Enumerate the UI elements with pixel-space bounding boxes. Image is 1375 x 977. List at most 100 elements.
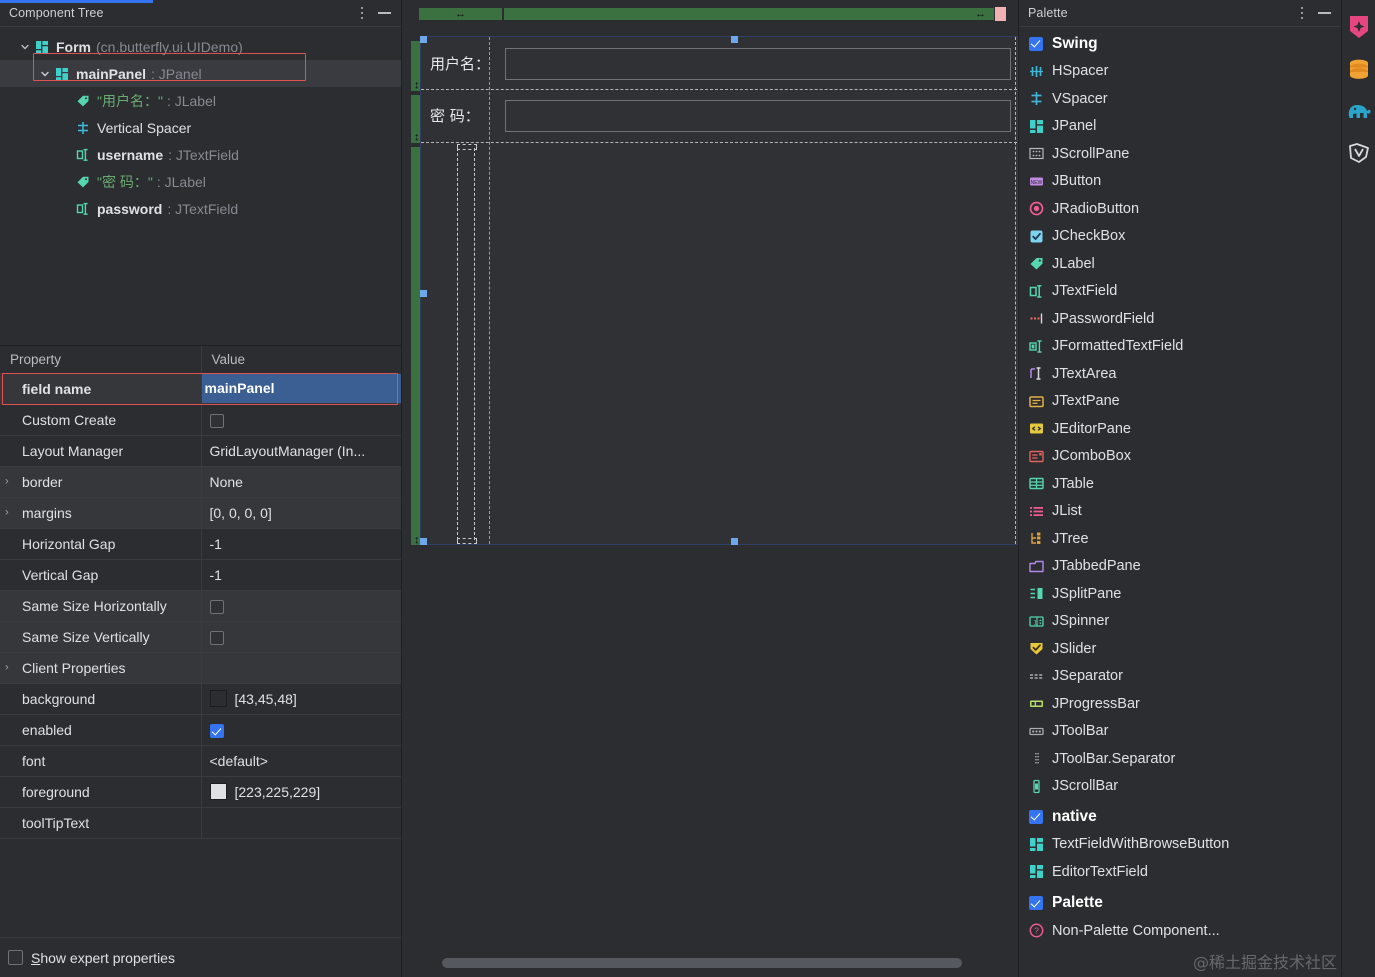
show-expert-properties-checkbox[interactable] xyxy=(8,950,23,965)
chevron-right-icon[interactable]: › xyxy=(5,507,9,518)
palette-item-jsplitpane[interactable]: JSplitPane xyxy=(1019,580,1341,608)
palette-group-native[interactable]: native xyxy=(1019,803,1341,831)
table-row[interactable]: › Client Properties xyxy=(0,652,401,684)
minimize-icon[interactable] xyxy=(373,2,395,24)
tree-item-username-label[interactable]: "用户名：" : JLabel xyxy=(0,87,401,114)
palette-item-jcombobox[interactable]: JComboBox xyxy=(1019,443,1341,471)
database-icon[interactable] xyxy=(1346,56,1372,82)
palette-item-jslider[interactable]: JSlider xyxy=(1019,635,1341,663)
table-row[interactable]: Vertical Gap -1 xyxy=(0,559,401,591)
palette-item-jscrollpane[interactable]: JScrollPane xyxy=(1019,140,1341,168)
table-row[interactable]: Custom Create xyxy=(0,404,401,436)
horizontal-resize-icon[interactable]: ↔ xyxy=(455,8,466,20)
selection-handle-bottom-center[interactable] xyxy=(731,538,738,545)
group-checkbox-icon[interactable] xyxy=(1025,36,1047,51)
palette-item-jcheckbox[interactable]: JCheckBox xyxy=(1019,223,1341,251)
palette-group-palette[interactable]: Palette xyxy=(1019,890,1341,918)
scrollbar-thumb[interactable] xyxy=(442,958,962,968)
table-row[interactable]: foreground [223,225,229] xyxy=(0,776,401,808)
kebab-menu-icon[interactable] xyxy=(1291,2,1313,24)
postgresql-elephant-icon[interactable] xyxy=(1346,98,1372,124)
kebab-menu-icon[interactable] xyxy=(351,2,373,24)
palette-item-jscrollbar[interactable]: JScrollBar xyxy=(1019,773,1341,801)
property-value[interactable]: GridLayoutManager (In... xyxy=(200,435,401,467)
chevron-right-icon[interactable]: › xyxy=(5,476,9,487)
table-row[interactable]: Same Size Vertically xyxy=(0,621,401,653)
property-value[interactable]: [0, 0, 0, 0] xyxy=(200,497,401,529)
selection-handle-top-center[interactable] xyxy=(731,36,738,43)
palette-item-jtabbedpane[interactable]: JTabbedPane xyxy=(1019,553,1341,581)
property-value[interactable]: [223,225,229] xyxy=(200,776,401,808)
property-value[interactable]: -1 xyxy=(200,528,401,560)
property-value[interactable]: -1 xyxy=(200,559,401,591)
table-row[interactable]: enabled xyxy=(0,714,401,746)
table-row[interactable]: › margins [0, 0, 0, 0] xyxy=(0,497,401,529)
table-row[interactable]: Same Size Horizontally xyxy=(0,590,401,622)
palette-item-jlist[interactable]: JList xyxy=(1019,498,1341,526)
palette-item-vspacer[interactable]: VSpacer xyxy=(1019,85,1341,113)
chevron-down-icon[interactable] xyxy=(37,66,53,82)
palette-item-jspinner[interactable]: 1 JSpinner xyxy=(1019,608,1341,636)
h-column-segment[interactable]: ↔ xyxy=(418,7,503,21)
palette-item-jpanel[interactable]: JPanel xyxy=(1019,113,1341,141)
h-column-segment[interactable]: ↔ xyxy=(503,7,995,21)
property-value[interactable]: None xyxy=(200,466,401,498)
palette-item-jtable[interactable]: JTable xyxy=(1019,470,1341,498)
palette-item-jtoolbar-separator[interactable]: JToolBar.Separator xyxy=(1019,745,1341,773)
password-textfield[interactable] xyxy=(505,100,1011,132)
table-row[interactable]: field name mainPanel xyxy=(0,373,401,405)
minimize-icon[interactable] xyxy=(1313,2,1335,24)
palette-item-jtree[interactable]: JTree xyxy=(1019,525,1341,553)
palette-list[interactable]: Swing HSpacer VSpacer JPanel JScrollPane… xyxy=(1019,27,1341,977)
property-value[interactable] xyxy=(200,404,401,436)
vuejs-icon[interactable] xyxy=(1346,140,1372,166)
tree-item-mainpanel[interactable]: mainPanel : JPanel xyxy=(0,60,401,87)
palette-item-non-palette-component[interactable]: ? Non-Palette Component... xyxy=(1019,917,1341,945)
same-size-vertically-checkbox[interactable] xyxy=(209,630,224,645)
palette-item-jradiobutton[interactable]: JRadioButton xyxy=(1019,195,1341,223)
table-row[interactable]: font <default> xyxy=(0,745,401,777)
property-value[interactable] xyxy=(200,807,401,839)
palette-group-swing[interactable]: Swing xyxy=(1019,30,1341,58)
palette-item-jtextfield[interactable]: JTextField xyxy=(1019,278,1341,306)
chevron-down-icon[interactable] xyxy=(17,39,33,55)
username-label[interactable]: 用户名： xyxy=(430,53,490,74)
property-value[interactable] xyxy=(200,652,401,684)
selection-handle-bottom-left[interactable] xyxy=(420,538,427,545)
palette-item-jtextpane[interactable]: JTextPane xyxy=(1019,388,1341,416)
palette-item-editortextfield[interactable]: EditorTextField xyxy=(1019,858,1341,886)
tree-item-password[interactable]: password : JTextField xyxy=(0,195,401,222)
property-value[interactable]: [43,45,48] xyxy=(200,683,401,715)
group-checkbox-icon[interactable] xyxy=(1025,896,1047,911)
property-value[interactable]: <default> xyxy=(200,745,401,777)
show-expert-properties-row[interactable]: Show expert properties xyxy=(0,937,401,977)
selection-handle-top-left[interactable] xyxy=(420,36,427,43)
password-label[interactable]: 密 码： xyxy=(430,105,480,126)
palette-item-jformattedtextfield[interactable]: JFormattedTextField xyxy=(1019,333,1341,361)
palette-item-jtoolbar[interactable]: JToolBar xyxy=(1019,718,1341,746)
canvas-horizontal-scrollbar[interactable] xyxy=(420,958,1008,968)
palette-item-jtextarea[interactable]: JTextArea xyxy=(1019,360,1341,388)
tree-item-password-label[interactable]: "密 码：" : JLabel xyxy=(0,168,401,195)
tree-item-username[interactable]: username : JTextField xyxy=(0,141,401,168)
table-row[interactable]: Layout Manager GridLayoutManager (In... xyxy=(0,435,401,467)
table-row[interactable]: › border None xyxy=(0,466,401,498)
component-tree[interactable]: Form (cn.butterfly.ui.UIDemo) mainPanel … xyxy=(0,27,401,345)
property-value[interactable] xyxy=(200,621,401,653)
table-row[interactable]: Horizontal Gap -1 xyxy=(0,528,401,560)
palette-item-jeditorpane[interactable]: JEditorPane xyxy=(1019,415,1341,443)
table-row[interactable]: background [43,45,48] xyxy=(0,683,401,715)
table-row[interactable]: toolTipText xyxy=(0,807,401,839)
palette-item-hspacer[interactable]: HSpacer xyxy=(1019,58,1341,86)
horizontal-resize-icon[interactable]: ↔ xyxy=(975,8,986,20)
palette-item-jpasswordfield[interactable]: JPasswordField xyxy=(1019,305,1341,333)
design-canvas-panel[interactable]: ↔ ↔ ↔ ↔ ↔ 用户名： 密 码： xyxy=(402,0,1018,977)
property-value[interactable]: mainPanel xyxy=(200,373,401,405)
enabled-checkbox[interactable] xyxy=(209,723,224,738)
field-name-value[interactable]: mainPanel xyxy=(201,374,401,403)
ruler-end-marker[interactable] xyxy=(995,7,1006,21)
vertical-spacer-glyph[interactable] xyxy=(457,148,475,540)
palette-item-jbutton[interactable]: NEW JButton xyxy=(1019,168,1341,196)
palette-item-textfieldwithbrowsebutton[interactable]: TextFieldWithBrowseButton xyxy=(1019,831,1341,859)
same-size-horizontally-checkbox[interactable] xyxy=(209,599,224,614)
